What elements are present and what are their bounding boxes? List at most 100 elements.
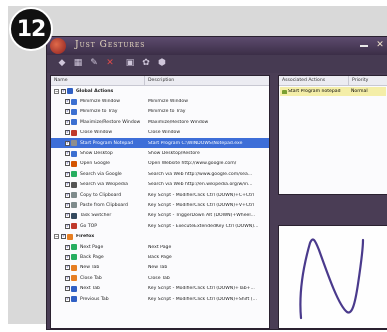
action-icon	[71, 140, 77, 147]
action-icon	[71, 223, 77, 230]
action-icon	[71, 129, 77, 136]
enabled-checkbox[interactable]: ✓	[65, 254, 70, 260]
action-row[interactable]: ✓ Minimize Window Minimize Window	[51, 96, 269, 106]
action-description: Search via Web http://www.google.com/sea…	[148, 171, 253, 177]
settings-icon[interactable]: ✿	[141, 58, 151, 68]
add-icon[interactable]: ◆	[57, 58, 67, 68]
enabled-checkbox[interactable]: ✓	[61, 234, 66, 240]
app-logo-icon	[50, 38, 66, 54]
action-icon	[71, 212, 77, 219]
program-icon	[282, 90, 287, 94]
associated-actions-column-header[interactable]: Associated Actions	[279, 76, 349, 85]
enabled-checkbox[interactable]: ✓	[65, 171, 70, 177]
action-name-cell: ✓ Go TOP	[51, 223, 145, 230]
edit-icon[interactable]: ▦	[73, 58, 83, 68]
panel-divider	[278, 195, 387, 225]
enabled-checkbox[interactable]: ✓	[65, 161, 70, 167]
action-row[interactable]: ✓ Go TOP Key Script - ExecuteExtendedKey C…	[51, 221, 269, 231]
enabled-checkbox[interactable]: ✓	[65, 275, 70, 281]
enabled-checkbox[interactable]: ✓	[65, 109, 70, 115]
action-icon	[71, 171, 77, 178]
associated-actions-panel: Associated Actions Priority Start Progra…	[278, 75, 387, 195]
action-name-cell: ✓ Task Switcher	[51, 212, 145, 219]
action-name: Copy to Clipboard	[80, 192, 122, 198]
action-icon	[67, 88, 73, 95]
action-row[interactable]: ✓ Close Window Close Window	[51, 128, 269, 138]
action-group-row[interactable]: − ✓ Firefox	[51, 231, 269, 241]
toolbar: ◆ ▦ ✎ ✕ ▣ ✿ ⬢	[47, 55, 387, 73]
action-list-header: Name Description	[51, 76, 269, 86]
enabled-checkbox[interactable]: ✓	[65, 192, 70, 198]
name-column-header[interactable]: Name	[51, 76, 145, 85]
title-bar[interactable]: Just Gestures ✕	[47, 37, 387, 55]
tools-icon[interactable]: ✎	[89, 58, 99, 68]
action-row[interactable]: ✓ Previous Tab Key Script - ModifierClick …	[51, 294, 269, 304]
action-description: Show Desktop/Restore	[148, 151, 200, 157]
action-row[interactable]: ✓ New Tab New Tab	[51, 263, 269, 273]
action-name: Show Desktop	[80, 151, 113, 157]
options-icon[interactable]: ▣	[125, 58, 135, 68]
action-name: Search via Google	[80, 171, 122, 177]
gesture-stroke	[299, 238, 365, 320]
action-name: Minimize to Tray	[80, 109, 118, 115]
action-name-cell: ✓ Copy to Clipboard	[51, 192, 145, 199]
action-row[interactable]: ✓ Search via Wikipedia Search via Web http…	[51, 180, 269, 190]
action-name-cell: ✓ Next Page	[51, 244, 145, 251]
action-list-panel: Name Description − ✓ Global Actions ✓ Minimi…	[50, 75, 270, 329]
enabled-checkbox[interactable]: ✓	[65, 119, 70, 125]
collapse-icon[interactable]: −	[54, 234, 59, 240]
action-icon	[71, 264, 77, 271]
associated-actions-header: Associated Actions Priority	[279, 76, 387, 86]
action-name: Close Tab	[80, 275, 102, 281]
enabled-checkbox[interactable]: ✓	[65, 223, 70, 229]
action-description: Minimize to Tray	[148, 109, 186, 115]
enabled-checkbox[interactable]: ✓	[65, 182, 70, 188]
enabled-checkbox[interactable]: ✓	[65, 213, 70, 219]
action-row[interactable]: ✓ Start Program Notepad Start Program C:\W…	[51, 137, 269, 149]
enabled-checkbox[interactable]: ✓	[65, 296, 70, 302]
action-name: Global Actions	[76, 88, 114, 94]
action-row[interactable]: ✓ Task Switcher Key Script - TriggerDown A…	[51, 211, 269, 221]
action-row[interactable]: ✓ Open Google Open Website http://www.goog…	[51, 159, 269, 169]
action-row[interactable]: ✓ Minimize to Tray Minimize to Tray	[51, 107, 269, 117]
action-name-cell: ✓ Back Page	[51, 254, 145, 261]
action-row[interactable]: ✓ Show Desktop Show Desktop/Restore	[51, 148, 269, 158]
about-icon[interactable]: ⬢	[157, 58, 167, 68]
enabled-checkbox[interactable]: ✓	[65, 286, 70, 292]
action-name: Firefox	[76, 234, 95, 240]
action-description: Key Script - ModifierClick Ctrl (DOWN)+S…	[148, 296, 257, 302]
enabled-checkbox[interactable]: ✓	[65, 99, 70, 105]
action-row[interactable]: ✓ Back Page Back Page	[51, 252, 269, 262]
action-name: Back Page	[80, 254, 104, 260]
action-row[interactable]: ✓ Next Tab Key Script - ModifierClick Ctrl…	[51, 283, 269, 293]
enabled-checkbox[interactable]: ✓	[61, 88, 66, 94]
action-group-row[interactable]: − ✓ Global Actions	[51, 86, 269, 96]
enabled-checkbox[interactable]: ✓	[65, 265, 70, 271]
action-name: Close Window	[80, 130, 113, 136]
action-row[interactable]: ✓ Maximize/Restore Window Maximize/Restore…	[51, 117, 269, 127]
action-row[interactable]: ✓ Paste from Clipboard Key Script - Modifi…	[51, 200, 269, 210]
gesture-preview-panel	[278, 225, 387, 329]
action-row[interactable]: ✓ Search via Google Search via Web http://…	[51, 169, 269, 179]
action-row[interactable]: ✓ Close Tab Close Tab	[51, 273, 269, 283]
priority-column-header[interactable]: Priority	[349, 76, 387, 85]
step-number-badge: 12	[9, 7, 53, 51]
action-icon	[71, 150, 77, 157]
enabled-checkbox[interactable]: ✓	[65, 130, 70, 136]
description-column-header[interactable]: Description	[145, 76, 269, 85]
associated-action-row[interactable]: Start Program notepad Normal	[280, 87, 386, 96]
action-row[interactable]: ✓ Next Page Next Page	[51, 242, 269, 252]
action-name-cell: ✓ Next Tab	[51, 285, 145, 292]
action-icon	[71, 108, 77, 115]
collapse-icon[interactable]: −	[54, 88, 59, 94]
delete-icon[interactable]: ✕	[105, 58, 115, 68]
enabled-checkbox[interactable]: ✓	[65, 244, 70, 250]
minimize-button[interactable]	[360, 41, 368, 47]
enabled-checkbox[interactable]: ✓	[65, 151, 70, 157]
close-button[interactable]: ✕	[376, 41, 384, 50]
app-window: Just Gestures ✕ ◆ ▦ ✎ ✕ ▣ ✿ ⬢ Name Descr…	[46, 36, 387, 330]
action-row[interactable]: ✓ Copy to Clipboard Key Script - ModifierC…	[51, 190, 269, 200]
enabled-checkbox[interactable]: ✓	[65, 202, 70, 208]
enabled-checkbox[interactable]: ✓	[65, 140, 70, 146]
action-icon	[71, 202, 77, 209]
